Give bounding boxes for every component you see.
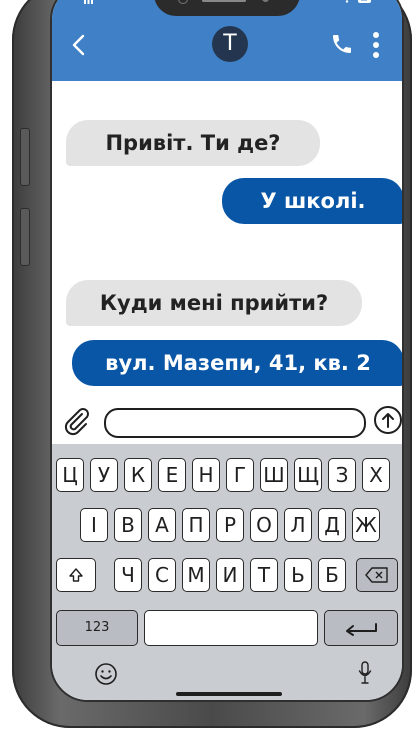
back-icon[interactable] (70, 32, 88, 58)
camera-icon (178, 0, 188, 4)
outgoing-message: вул. Мазепи, 41, кв. 2 (72, 340, 402, 386)
key[interactable]: Т (250, 558, 278, 592)
key[interactable]: Г (226, 458, 254, 492)
key[interactable]: У (90, 458, 118, 492)
sensor-icon (262, 0, 269, 2)
key[interactable]: А (148, 508, 176, 542)
key[interactable]: П (182, 508, 210, 542)
key[interactable]: Ч (114, 558, 142, 592)
key[interactable]: Ц (56, 458, 84, 492)
contact-avatar[interactable]: T (212, 26, 248, 62)
incoming-message: Куди мені прийти? (66, 280, 362, 326)
paperclip-icon[interactable] (62, 406, 92, 436)
more-options-icon[interactable] (372, 30, 380, 60)
volume-down-button (20, 208, 30, 266)
battery-icon (358, 0, 371, 3)
numbers-key[interactable]: 123 (56, 610, 138, 646)
space-bar[interactable] (144, 610, 318, 646)
chat-header: T (52, 0, 402, 81)
key[interactable]: В (114, 508, 142, 542)
key[interactable]: О (250, 508, 278, 542)
key[interactable]: І (80, 508, 108, 542)
key[interactable]: З (328, 458, 356, 492)
key[interactable]: Б (318, 558, 346, 592)
home-indicator (176, 692, 282, 696)
key[interactable]: Р (216, 508, 244, 542)
key[interactable]: К (124, 458, 152, 492)
emoji-icon[interactable] (94, 662, 118, 686)
phone-call-icon[interactable] (330, 32, 354, 56)
microphone-icon[interactable] (358, 660, 372, 686)
message-input[interactable] (104, 408, 366, 438)
key[interactable]: Ь (284, 558, 312, 592)
key[interactable]: Ж (352, 508, 380, 542)
send-arrow-icon (382, 413, 394, 428)
keyboard: Ц У К Е Н Г Ш Щ З Х І В А П Р О Л Д Ж Ч … (52, 444, 402, 700)
speaker-icon (202, 0, 246, 2)
key[interactable]: Х (362, 458, 390, 492)
shift-icon (69, 568, 83, 582)
phone-frame: T Привіт. Ти де? У школі. Куди мені прий… (12, 0, 412, 728)
key[interactable]: Е (158, 458, 186, 492)
send-button[interactable] (374, 406, 402, 434)
key[interactable]: Д (318, 508, 346, 542)
incoming-message: Привіт. Ти де? (66, 120, 320, 166)
signal-icon (84, 0, 93, 4)
notch (154, 0, 300, 16)
phone-screen: T Привіт. Ти де? У школі. Куди мені прий… (50, 0, 404, 702)
key[interactable]: Н (192, 458, 220, 492)
outgoing-message: У школі. (222, 178, 402, 224)
backspace-key[interactable] (356, 558, 398, 592)
key[interactable]: Ш (260, 458, 288, 492)
shift-key[interactable] (56, 558, 96, 592)
return-icon (346, 623, 377, 636)
wifi-icon (345, 0, 349, 3)
backspace-icon (365, 567, 388, 583)
key[interactable]: С (148, 558, 176, 592)
key[interactable]: И (216, 558, 244, 592)
return-key[interactable] (324, 610, 398, 646)
volume-up-button (20, 128, 30, 186)
key[interactable]: М (182, 558, 210, 592)
key[interactable]: Щ (294, 458, 322, 492)
key[interactable]: Л (284, 508, 312, 542)
